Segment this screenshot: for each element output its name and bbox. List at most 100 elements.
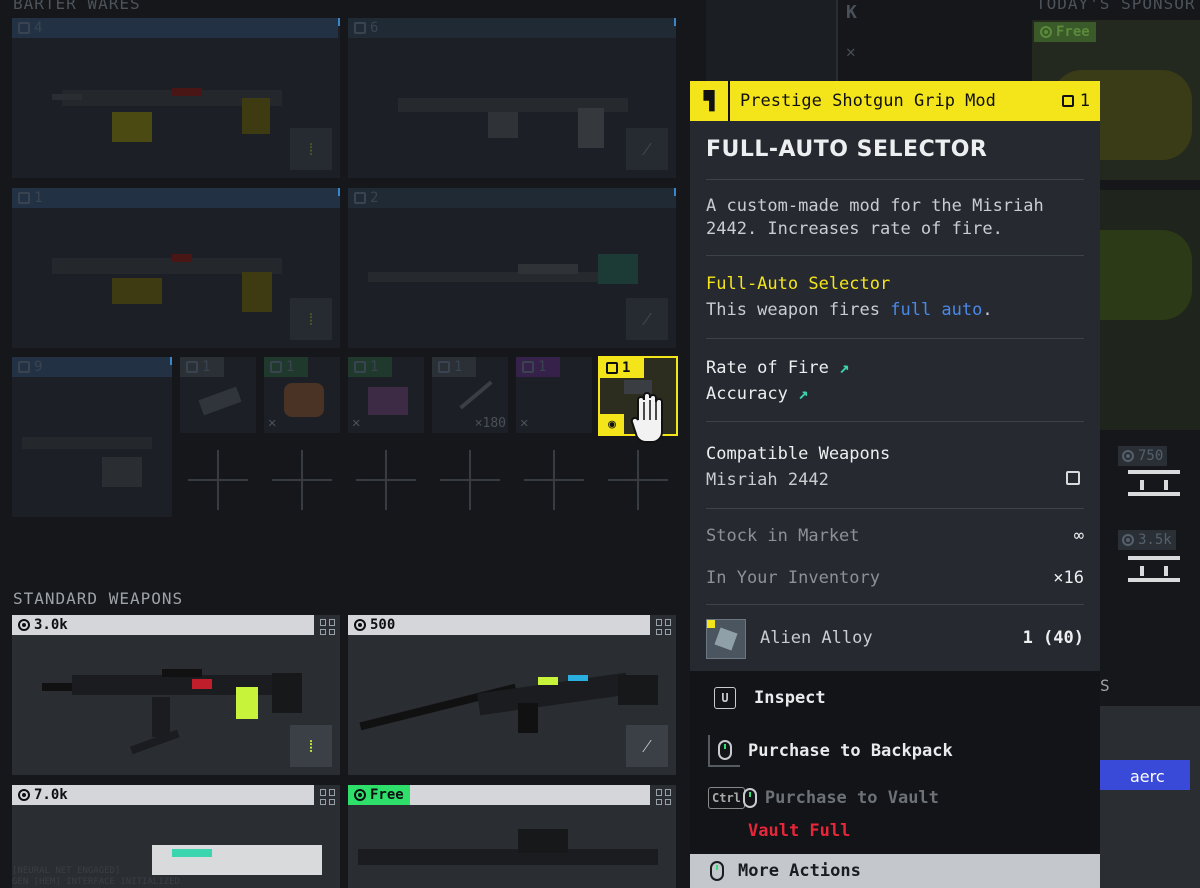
barter-icon [18, 192, 30, 204]
stock-row: Stock in Market ∞ [706, 526, 1084, 546]
tooltip-header-name: Prestige Shotgun Grip Mod [740, 91, 996, 111]
item-title: FULL-AUTO SELECTOR [706, 137, 988, 162]
price-chip: Free [348, 785, 410, 805]
barter-mod-slot[interactable]: 1 [180, 357, 256, 433]
grid-icon [320, 789, 336, 805]
currency-icon [1122, 534, 1134, 546]
currency-icon [18, 619, 30, 631]
mod-image [368, 387, 408, 415]
sponsor-price: 750 [1118, 446, 1168, 466]
mod-qty: 1 [600, 358, 636, 378]
barter-mod-slot[interactable]: 1 ×180 [432, 357, 508, 433]
grid-icon [656, 619, 672, 635]
barter-icon [522, 361, 534, 373]
barter-icon [354, 361, 366, 373]
tooltip-header-qty: 1 [1061, 91, 1100, 111]
perk-highlight: full auto [890, 300, 983, 320]
compatible-weapons-label: Compatible Weapons [706, 444, 891, 464]
barter-mod-slot[interactable]: 1 ✕ [516, 357, 592, 433]
ammo-type-icon: ⁄ [626, 128, 668, 170]
x-mark-icon: ✕ [268, 415, 277, 431]
price-chip: 7.0k [12, 785, 74, 805]
log-line: GEN [HEM] INTERFACE INITIALIZED [12, 877, 180, 887]
sponsor-price: 3.5k [1118, 530, 1176, 550]
weapon-image [52, 254, 282, 312]
grid-icon [656, 789, 672, 805]
perk-name: Full-Auto Selector [706, 274, 891, 294]
weapon-image [358, 829, 658, 865]
purchase-vault-label: Purchase to Vault [764, 788, 939, 808]
barter-wares-title: BARTER WARES [13, 0, 141, 13]
barter-icon [438, 361, 450, 373]
standard-weapon-card[interactable]: 3.0k ⁞ [12, 615, 340, 775]
mod-qty: 1 [432, 357, 468, 377]
sponsor-weapon-card[interactable]: aerc [1100, 706, 1200, 888]
ammo-type-icon: ⁄ [626, 725, 668, 767]
empty-slot-plus-icon [524, 450, 584, 510]
perk-text: This weapon fires [706, 300, 891, 320]
barter-icon [18, 361, 30, 373]
barter-weapon-card[interactable]: 2 ⁄ [348, 188, 676, 348]
log-line: [NEURAL NET ENGAGED] [12, 866, 121, 876]
currency-icon [18, 789, 30, 801]
ammo-type-icon: ⁄ [626, 298, 668, 340]
x-mark-icon: ✕ [352, 415, 361, 431]
alien-alloy-icon [706, 619, 746, 659]
currency-icon [1122, 450, 1134, 462]
barter-icon [1061, 95, 1074, 107]
mouse-frame [708, 735, 740, 767]
empty-slot-plus-icon [188, 450, 248, 510]
grip-mod-icon: ▜ [690, 81, 730, 121]
purchase-vault-action[interactable]: Ctrl Purchase to Vault [708, 787, 939, 809]
card-tick [674, 188, 676, 196]
weapon-image [42, 669, 302, 755]
tooltip-header: ▜ Prestige Shotgun Grip Mod 1 [690, 81, 1100, 121]
currency-icon [354, 789, 366, 801]
inspect-label: Inspect [754, 688, 826, 708]
svg-text:aerc: aerc [1130, 767, 1165, 786]
card-tick [338, 188, 340, 196]
hand-cursor-icon [630, 392, 663, 444]
x-mark-icon: ✕ [520, 415, 529, 431]
stat-up-arrow-icon: ↗ [798, 384, 809, 404]
mouse-left-click-icon [718, 740, 732, 760]
back-arrow-icon[interactable]: K [846, 2, 857, 23]
barter-weapon-card[interactable]: 4 ⁞ [12, 18, 340, 178]
barter-weapon-card[interactable]: 6 ⁄ [348, 18, 676, 178]
divider [706, 179, 1084, 180]
sponsor-section-letter: S [1100, 676, 1110, 695]
vault-full-warning: Vault Full [748, 821, 851, 841]
eye-icon[interactable]: ◉ [600, 414, 624, 434]
stat-up-arrow-icon: ↗ [839, 358, 850, 378]
weapon-image [368, 254, 638, 284]
barter-icon [270, 361, 282, 373]
card-tick [674, 18, 676, 26]
more-actions-button[interactable]: More Actions [690, 854, 1100, 888]
mod-qty: 1 [180, 357, 216, 377]
compatible-weapon-name: Misriah 2442 [706, 470, 829, 490]
weapon-image [359, 672, 658, 733]
more-actions-label: More Actions [738, 861, 861, 881]
barter-icon [18, 22, 30, 34]
weapon-image [22, 437, 152, 487]
barter-mod-slot[interactable]: 1 ✕ [264, 357, 340, 433]
barter-mod-slot[interactable]: 1 ✕ [348, 357, 424, 433]
mod-qty: 1 [516, 357, 552, 377]
standard-weapon-card[interactable]: Free [348, 785, 676, 888]
purchase-backpack-action[interactable]: Purchase to Backpack [708, 735, 953, 767]
inspect-action[interactable]: U Inspect [714, 687, 826, 709]
actions-panel: U Inspect Purchase to Backpack Ctrl Purc… [690, 671, 1100, 888]
open-external-icon[interactable] [1066, 471, 1080, 485]
item-tooltip: ▜ Prestige Shotgun Grip Mod 1 FULL-AUTO … [690, 81, 1100, 671]
faction-logo-icon [1128, 470, 1180, 496]
close-icon[interactable]: ✕ [846, 42, 856, 61]
barter-qty: 2 [348, 188, 384, 208]
barter-weapon-card[interactable]: 9 [12, 357, 172, 517]
standard-weapon-card[interactable]: 500 ⁄ [348, 615, 676, 775]
item-description: A custom-made mod for the Misriah 2442. … [706, 196, 1044, 239]
barter-icon [354, 22, 366, 34]
empty-slot-plus-icon [272, 450, 332, 510]
barter-icon [606, 362, 618, 374]
mod-image [459, 380, 493, 410]
barter-weapon-card[interactable]: 1 ⁞ [12, 188, 340, 348]
